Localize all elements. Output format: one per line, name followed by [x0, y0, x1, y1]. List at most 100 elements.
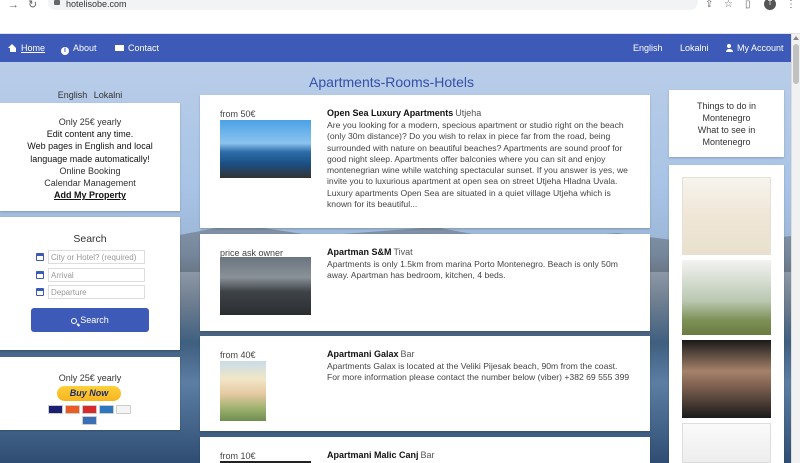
profile-avatar[interactable]: T — [764, 0, 776, 10]
page-title: Apartments-Rooms-Hotels — [309, 74, 474, 90]
calendar-icon — [36, 253, 44, 261]
buy-card: Only 25€ yearly Buy Now — [0, 357, 180, 430]
listing-heading: Apartman S&M Tivat — [327, 247, 413, 257]
info-icon: i — [61, 47, 69, 55]
payment-card-logos — [40, 405, 140, 425]
promo-line: Web pages in English and local — [27, 141, 153, 152]
listing-price: from 10€ — [220, 451, 256, 461]
page-scrollbar[interactable] — [791, 34, 800, 463]
listing-card[interactable]: from 10€ Apartmani Malic Canj Bar — [200, 437, 650, 463]
lang-english-link[interactable]: English — [58, 90, 88, 100]
add-my-property-link[interactable]: Add My Property — [54, 190, 126, 200]
ad-panel: ▷✕ — [669, 165, 784, 463]
city-input[interactable] — [48, 250, 145, 264]
what-to-see-link[interactable]: Montenegro — [669, 136, 784, 148]
nav-my-account-link[interactable]: My Account — [725, 43, 784, 53]
listing-card[interactable]: price ask owner Apartman S&M Tivat Apartm… — [200, 234, 650, 331]
bookmark-star-icon[interactable]: ☆ — [724, 0, 733, 10]
visa-logo-icon — [47, 405, 63, 414]
nav-home-link[interactable]: Home — [8, 43, 45, 53]
nav-english-link[interactable]: English — [633, 43, 663, 53]
ad-interior-image[interactable] — [682, 340, 771, 418]
listing-photo[interactable] — [220, 120, 311, 178]
what-to-see-link[interactable]: What to see in — [669, 124, 784, 136]
discover-logo-icon — [115, 405, 131, 414]
ad-floorplan-image[interactable] — [682, 423, 771, 463]
listing-card[interactable]: from 50€ Open Sea Luxury Apartments Utjeh… — [200, 95, 650, 228]
language-links: English Lokalni — [0, 90, 180, 100]
top-navbar: Home i About Contact English Lokalni My A… — [0, 34, 791, 62]
promo-card: Only 25€ yearly Edit content any time. W… — [0, 103, 180, 211]
menu-kebab-icon[interactable]: ⋮ — [786, 0, 796, 10]
listing-city: Utjeha — [455, 108, 482, 118]
nav-contact-link[interactable]: Contact — [115, 43, 159, 53]
listing-photo[interactable] — [220, 257, 311, 315]
card-logo-icon — [81, 416, 97, 425]
things-to-do-card: Things to do in Montenegro What to see i… — [669, 90, 784, 157]
mastercard-logo-icon — [64, 405, 80, 414]
listing-description: Are you looking for a modern, specious a… — [327, 120, 628, 210]
search-card: Search Search — [0, 217, 180, 350]
ad-trailer-image[interactable] — [682, 260, 771, 335]
nav-about-link[interactable]: i About — [61, 43, 97, 55]
listing-price: from 40€ — [220, 350, 256, 360]
user-icon — [725, 44, 733, 52]
nav-contact-label: Contact — [128, 43, 160, 53]
buy-price: Only 25€ yearly — [58, 373, 122, 383]
arrival-row — [36, 268, 146, 282]
listing-city: Bar — [420, 450, 435, 460]
listing-name[interactable]: Apartmani Galax — [327, 349, 399, 359]
paypal-buy-now-button[interactable]: Buy Now — [57, 386, 121, 401]
listing-name[interactable]: Open Sea Luxury Apartments — [327, 108, 453, 118]
lock-icon — [54, 0, 60, 5]
side-panel-icon[interactable]: ▯ — [745, 0, 751, 10]
departure-input[interactable] — [48, 285, 145, 299]
listing-name[interactable]: Apartmani Malic Canj — [327, 450, 419, 460]
listing-heading: Open Sea Luxury Apartments Utjeha — [327, 108, 481, 118]
amex-logo-icon — [98, 405, 114, 414]
listing-city: Bar — [400, 349, 415, 359]
promo-line: language made automatically! — [30, 153, 150, 164]
nav-lokalni-link[interactable]: Lokalni — [680, 43, 709, 53]
nav-account-label: My Account — [737, 43, 784, 53]
search-icon — [71, 318, 78, 324]
search-button[interactable]: Search — [31, 308, 149, 332]
browser-toolbar: → ↻ hotelisobe.com ⇪ ☆ ▯ T ⋮ — [0, 0, 800, 34]
nav-home-label: Home — [21, 43, 46, 53]
envelope-icon — [115, 45, 124, 51]
maestro-logo-icon — [81, 405, 97, 414]
home-icon — [8, 44, 17, 52]
listing-price: from 50€ — [220, 109, 256, 119]
search-button-label: Search — [80, 315, 109, 325]
search-title: Search — [73, 233, 107, 245]
things-to-do-link[interactable]: Montenegro — [669, 112, 784, 124]
promo-line: Online Booking — [59, 165, 121, 176]
listing-name[interactable]: Apartman S&M — [327, 247, 392, 257]
promo-price: Only 25€ yearly — [58, 117, 122, 127]
calendar-icon — [36, 271, 44, 279]
listing-description: Apartments is only 1.5km from marina Por… — [327, 259, 618, 281]
listing-city: Tivat — [393, 247, 413, 257]
listing-description: Apartments Galax is located at the Velik… — [327, 361, 630, 383]
promo-line: Calendar Management — [44, 178, 136, 189]
scrollbar-thumb[interactable] — [793, 44, 799, 84]
url-text: hotelisobe.com — [66, 0, 127, 9]
arrival-input[interactable] — [48, 268, 145, 282]
lang-lokalni-link[interactable]: Lokalni — [94, 90, 123, 100]
listing-card[interactable]: from 40€ Apartmani Galax Bar Apartments G… — [200, 336, 650, 431]
listing-heading: Apartmani Galax Bar — [327, 349, 415, 359]
share-icon[interactable]: ⇪ — [705, 0, 713, 10]
ad-floorplan-image[interactable] — [682, 177, 771, 255]
departure-row — [36, 285, 146, 299]
city-row — [36, 250, 146, 264]
things-to-do-link[interactable]: Things to do in — [669, 100, 784, 112]
listing-heading: Apartmani Malic Canj Bar — [327, 450, 435, 460]
address-bar[interactable]: hotelisobe.com — [48, 0, 698, 10]
forward-icon[interactable]: → — [8, 0, 19, 11]
reload-icon[interactable]: ↻ — [28, 0, 37, 11]
scroll-up-arrow-icon[interactable] — [793, 36, 799, 40]
promo-line: Edit content any time. — [46, 129, 134, 140]
calendar-icon — [36, 288, 44, 296]
listing-photo[interactable] — [220, 361, 266, 421]
nav-about-label: About — [73, 43, 97, 53]
